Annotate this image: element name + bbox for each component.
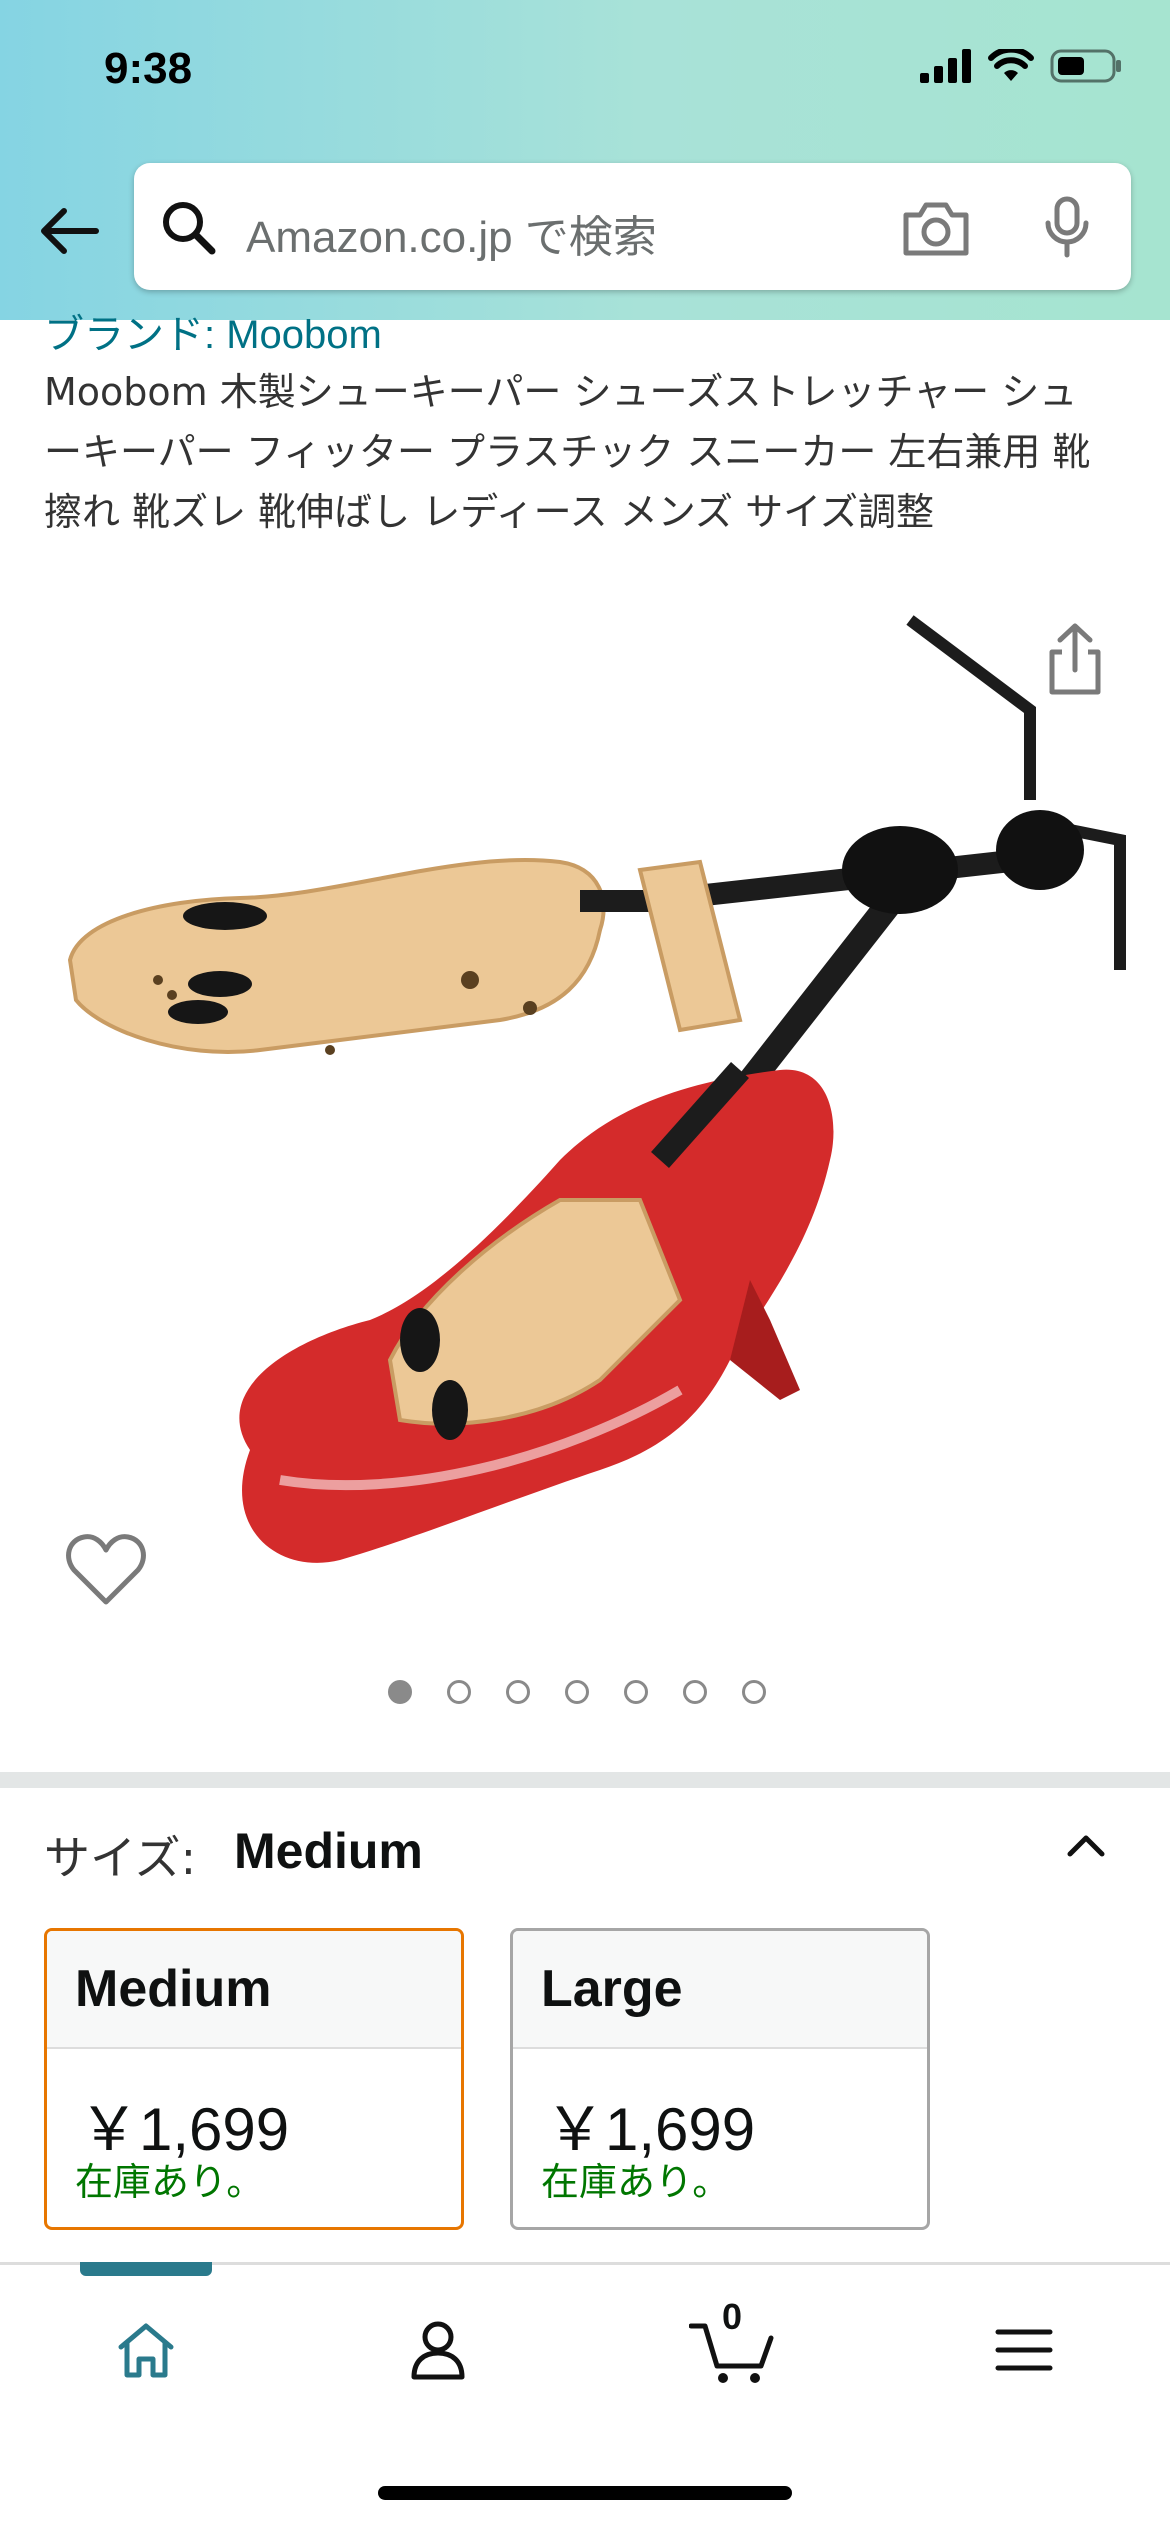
pagination-dot[interactable] [624,1680,648,1704]
size-option-stock: 在庫あり。 [541,2160,731,2204]
size-option-stock: 在庫あり。 [75,2160,265,2204]
nav-menu[interactable] [974,2300,1074,2400]
battery-icon [1050,49,1121,83]
status-time: 9:38 [104,44,193,93]
status-icons [920,48,1122,84]
nav-account[interactable] [388,2300,488,2400]
cart-count: 0 [721,2296,743,2337]
microphone-icon[interactable] [1042,195,1092,261]
camera-icon[interactable] [900,199,972,257]
menu-icon [995,2329,1053,2371]
back-button[interactable] [34,196,104,266]
wishlist-button[interactable] [64,1530,148,1610]
collapse-button[interactable] [1056,1820,1116,1870]
pagination-dot[interactable] [388,1680,412,1704]
section-divider [0,1772,1170,1788]
active-tab-indicator [80,2262,212,2276]
home-indicator [378,2486,792,2500]
share-icon [1049,623,1101,695]
search-input[interactable]: Amazon.co.jp で検索 [246,201,657,265]
size-option-name: Large [513,1931,927,2049]
account-icon [411,2321,465,2380]
size-option-medium[interactable]: Medium ￥1,699 在庫あり。 [44,1928,464,2230]
product-title: Moobom 木製シューキーパー シューズストレッチャー シューキーパー フィッ… [44,370,1091,534]
shoe-stretcher-illustration [67,858,670,1055]
size-option-name: Medium [47,1931,461,2049]
brand-link[interactable]: ブランド: Moobom [44,302,382,360]
pagination-dot[interactable] [506,1680,530,1704]
home-icon [118,2323,174,2378]
wifi-icon [988,49,1034,81]
share-button[interactable] [1040,620,1110,700]
app-header: 9:38 Amazon.co.jp で検索 [0,0,1170,320]
product-image[interactable] [40,600,1140,1650]
pagination-dot[interactable] [742,1680,766,1704]
image-pagination[interactable] [388,1680,766,1704]
search-bar[interactable]: Amazon.co.jp で検索 [134,163,1131,290]
size-option-large[interactable]: Large ￥1,699 在庫あり。 [510,1928,930,2230]
search-icon [163,202,216,255]
pagination-dot[interactable] [447,1680,471,1704]
selected-size: Medium [234,1823,423,1879]
size-label: サイズ: [44,1831,197,1885]
nav-home[interactable] [96,2300,196,2400]
nav-cart[interactable]: 0 [682,2296,782,2400]
pagination-dot[interactable] [565,1680,589,1704]
pagination-dot[interactable] [683,1680,707,1704]
chevron-up-icon [1067,1835,1105,1857]
heart-icon [66,1534,146,1605]
cellular-signal-icon [920,49,971,83]
arrow-left-icon [41,208,99,254]
